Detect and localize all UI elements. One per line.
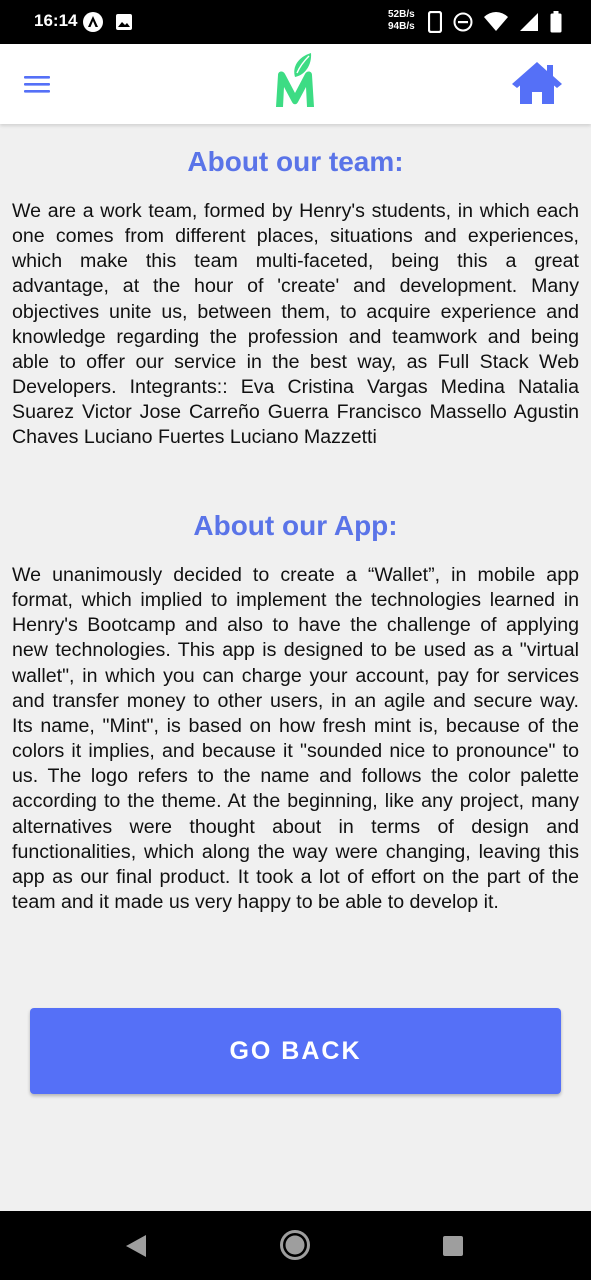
team-section-title: About our team: <box>187 146 404 177</box>
status-system-icons <box>428 11 562 33</box>
status-time: 16:14 <box>34 11 78 30</box>
app-section-title: About our App: <box>193 510 398 541</box>
status-bar: 16:14 52B/s 94B/s <box>0 0 591 44</box>
back-triangle-icon[interactable] <box>122 1232 150 1260</box>
app-bar <box>0 44 591 124</box>
app-description: We unanimously decided to create a “Wall… <box>12 564 579 914</box>
hamburger-menu-icon[interactable] <box>22 71 52 97</box>
wifi-icon <box>484 12 508 31</box>
net-up-speed: 52B/s <box>388 9 415 20</box>
phone-icon <box>428 11 442 33</box>
app-notification-icon <box>83 12 103 32</box>
go-back-button[interactable]: GO BACK <box>30 1008 561 1094</box>
mint-logo-icon <box>276 53 314 107</box>
do-not-disturb-icon <box>453 12 473 32</box>
home-icon[interactable] <box>510 60 564 106</box>
status-notification-icons <box>82 11 133 33</box>
system-nav-bar <box>0 1211 591 1280</box>
recent-apps-square-icon[interactable] <box>441 1234 465 1258</box>
signal-icon <box>520 13 538 31</box>
network-speed: 52B/s 94B/s <box>388 9 415 33</box>
home-circle-icon[interactable] <box>279 1229 311 1261</box>
team-description: We are a work team, formed by Henry's st… <box>12 200 579 449</box>
net-down-speed: 94B/s <box>388 21 415 32</box>
image-notification-icon <box>116 14 132 30</box>
battery-icon <box>550 11 562 33</box>
